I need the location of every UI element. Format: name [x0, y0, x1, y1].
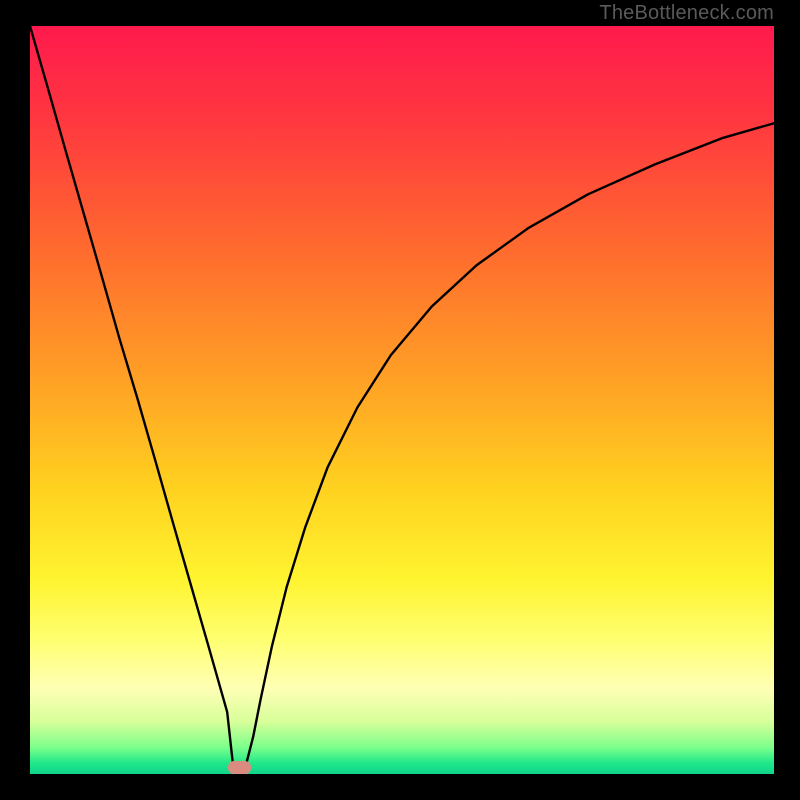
- plot-area: [30, 26, 774, 774]
- curve-left-branch: [30, 26, 233, 766]
- curve-svg: [30, 26, 774, 774]
- minimum-marker: [228, 761, 251, 774]
- curve-right-branch: [246, 123, 774, 766]
- watermark-text: TheBottleneck.com: [599, 2, 774, 25]
- chart-frame: TheBottleneck.com: [0, 0, 800, 800]
